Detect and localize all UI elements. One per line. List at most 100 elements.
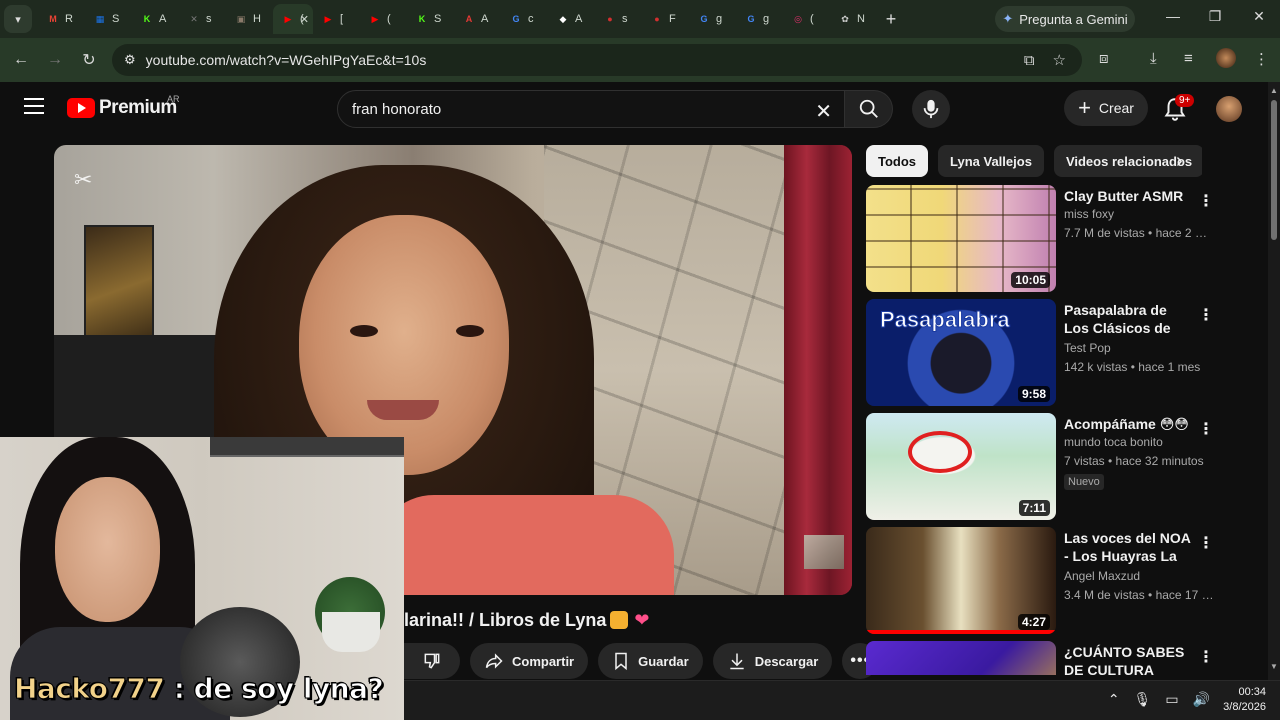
- chrome-menu-icon[interactable]: ⋮: [1254, 50, 1269, 68]
- clock-time: 00:34: [1238, 686, 1266, 698]
- video-thumbnail[interactable]: [866, 641, 1056, 675]
- search-button[interactable]: [845, 90, 893, 128]
- recommended-video[interactable]: 4:27 Las voces del NOA - Los Huayras La .…: [866, 527, 1216, 635]
- recommended-video[interactable]: Pasapalabra 9:58 Pasapalabra de Los Clásic…: [866, 299, 1216, 407]
- channel-name[interactable]: mundo toca bonito: [1064, 435, 1163, 449]
- filter-chip[interactable]: Todos: [866, 145, 929, 177]
- video-title-link[interactable]: Clay Butter ASMR: [1064, 187, 1192, 205]
- grid-app-icon: ▦: [95, 13, 105, 24]
- hamburger-menu-icon[interactable]: [24, 98, 44, 114]
- browser-tab[interactable]: Gg: [689, 4, 736, 34]
- voice-search-button[interactable]: [912, 90, 950, 128]
- site-info-icon[interactable]: ⚙: [124, 52, 136, 68]
- tray-volume-icon[interactable]: 🔊: [1193, 691, 1210, 708]
- browser-tab[interactable]: ● s: [595, 4, 642, 34]
- bookmark-star-icon[interactable]: ☆: [1053, 51, 1066, 69]
- close-tab-icon[interactable]: ✕: [300, 13, 309, 26]
- recommended-video[interactable]: 10:05 Clay Butter ASMR miss foxy 7.7 M de v…: [866, 185, 1216, 293]
- browser-tab[interactable]: ▣ H: [226, 4, 273, 34]
- profile-avatar[interactable]: [1216, 48, 1236, 68]
- browser-tab[interactable]: MR: [38, 4, 85, 34]
- browser-tab[interactable]: ▶[: [313, 4, 360, 34]
- browser-tab[interactable]: KA: [132, 4, 179, 34]
- scroll-up-arrow-icon[interactable]: ▲: [1270, 86, 1278, 95]
- browser-tab[interactable]: ✿ N: [830, 4, 877, 34]
- video-thumbnail[interactable]: 7:11: [866, 413, 1056, 520]
- video-options-icon[interactable]: ⋮: [1198, 419, 1214, 439]
- browser-tab[interactable]: ▦ S: [85, 4, 132, 34]
- channel-name[interactable]: miss foxy: [1064, 207, 1114, 221]
- download-button[interactable]: Descargar: [712, 643, 833, 679]
- address-bar[interactable]: ⚙ youtube.com/watch?v=WGehIPgYaEc&t=10s …: [112, 44, 1082, 76]
- browser-tab[interactable]: ▶(: [360, 4, 407, 34]
- page-scrollbar[interactable]: ▲ ▼: [1268, 82, 1280, 680]
- back-button[interactable]: ←: [4, 51, 38, 69]
- browser-tab[interactable]: Gg: [736, 4, 783, 34]
- restore-button[interactable]: ❐: [1200, 8, 1230, 25]
- create-button[interactable]: + Crear: [1064, 90, 1148, 126]
- downloads-icon[interactable]: ⤓: [1150, 50, 1157, 67]
- install-app-icon[interactable]: ⧉: [1024, 52, 1035, 69]
- save-button[interactable]: Guardar: [598, 643, 703, 679]
- video-options-icon[interactable]: ⋮: [1198, 305, 1214, 325]
- browser-tab[interactable]: ▶(✕: [273, 4, 313, 34]
- search-input[interactable]: fran honorato ✕: [337, 90, 845, 128]
- account-avatar[interactable]: [1216, 96, 1242, 122]
- video-options-icon[interactable]: ⋮: [1198, 647, 1214, 667]
- browser-tab[interactable]: ✕ s: [179, 4, 226, 34]
- youtube-icon: ▶: [324, 13, 332, 24]
- reload-button[interactable]: ↻: [72, 50, 106, 70]
- diamond-icon: ◆: [559, 13, 567, 24]
- video-title-link[interactable]: Acompáñame 😳😳: [1064, 415, 1192, 433]
- youtube-logo[interactable]: Premium AR: [67, 94, 180, 119]
- media-control-icon[interactable]: ≡: [1184, 50, 1193, 67]
- microphone-icon: [923, 99, 939, 119]
- recommended-video[interactable]: ¿CUÁNTO SABES DE CULTURA GENERA... ⋮: [866, 641, 1216, 675]
- video-thumbnail[interactable]: 10:05: [866, 185, 1056, 292]
- tray-microphone-icon[interactable]: 🎙: [1134, 691, 1152, 708]
- tray-network-icon[interactable]: ▭: [1165, 691, 1178, 708]
- video-subject-eye-left: [350, 325, 378, 337]
- browser-tab[interactable]: AA: [454, 4, 501, 34]
- browser-tab[interactable]: ● F: [642, 4, 689, 34]
- browser-tab[interactable]: ◎(: [783, 4, 830, 34]
- scroll-down-arrow-icon[interactable]: ▼: [1270, 662, 1278, 671]
- clear-search-icon[interactable]: ✕: [815, 99, 832, 124]
- video-duration: 7:11: [1018, 500, 1050, 516]
- channel-name[interactable]: Test Pop: [1064, 341, 1111, 355]
- video-title-link[interactable]: Las voces del NOA - Los Huayras La ...: [1064, 529, 1192, 565]
- video-thumbnail[interactable]: 4:27: [866, 527, 1056, 634]
- browser-tab[interactable]: Gc: [501, 4, 548, 34]
- recommended-video[interactable]: 7:11 Acompáñame 😳😳 mundo toca bonito 7 vist…: [866, 413, 1216, 521]
- clock-date: 3/8/2026: [1223, 701, 1266, 713]
- new-tab-button[interactable]: +: [877, 9, 905, 30]
- browser-tab[interactable]: KS: [407, 4, 454, 34]
- dislike-button[interactable]: [404, 643, 460, 679]
- minimize-button[interactable]: —: [1158, 8, 1188, 24]
- chevron-right-icon[interactable]: ›: [1176, 150, 1183, 173]
- browser-tab[interactable]: ◆ A: [548, 4, 595, 34]
- video-thumbnail[interactable]: Pasapalabra 9:58: [866, 299, 1056, 406]
- extensions-icon[interactable]: ⧈: [1099, 50, 1109, 67]
- system-tray: ⌃ 🎙 ▭ 🔊: [1108, 691, 1210, 708]
- taskbar-clock[interactable]: 00:34 3/8/2026: [1223, 685, 1266, 715]
- channel-name[interactable]: Angel Maxzud: [1064, 569, 1140, 583]
- filter-chip[interactable]: Lyna Vallejos: [938, 145, 1044, 177]
- tab-search-button[interactable]: ▾: [4, 5, 32, 33]
- scroll-thumb[interactable]: [1271, 100, 1277, 240]
- tab-title: S: [434, 13, 442, 25]
- share-icon: [485, 653, 503, 669]
- video-options-icon[interactable]: ⋮: [1198, 533, 1214, 553]
- video-title-link[interactable]: Pasapalabra de Los Clásicos de Disney ..…: [1064, 301, 1192, 337]
- share-button[interactable]: Compartir: [470, 643, 589, 679]
- video-actions: Compartir Guardar Descargar •••: [404, 643, 879, 679]
- tray-chevron-up-icon[interactable]: ⌃: [1108, 691, 1120, 708]
- kick-icon: K: [143, 14, 151, 24]
- gemini-button[interactable]: ✦ Pregunta a Gemini: [995, 6, 1135, 32]
- close-window-button[interactable]: ✕: [1244, 8, 1274, 25]
- streamer-face: [55, 477, 160, 622]
- forward-button[interactable]: →: [38, 51, 72, 69]
- video-options-icon[interactable]: ⋮: [1198, 191, 1214, 211]
- video-title-link[interactable]: ¿CUÁNTO SABES DE CULTURA GENERA...: [1064, 643, 1192, 675]
- video-subject-mouth: [367, 400, 439, 420]
